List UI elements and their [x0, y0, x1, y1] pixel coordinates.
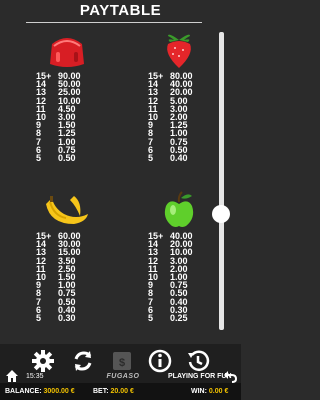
svg-text:$: $: [119, 357, 125, 369]
bet-group: BET: 20.00 €: [93, 383, 134, 400]
strawberry-icon: [167, 34, 191, 68]
balance-value: 3000.00 €: [43, 388, 75, 395]
play-mode-label: PLAYING FOR FUN: [168, 373, 232, 380]
paytable-scrollbar[interactable]: [219, 32, 224, 330]
bet-label: BET:: [93, 388, 109, 395]
payout-row: 5 0.30: [36, 312, 76, 323]
payout-row: 5 0.25: [148, 312, 188, 323]
history-button[interactable]: [185, 346, 211, 376]
payout-list: 15+ 90.00 14 50.00 13 25.00 12 10.00 11 4.50 …: [36, 71, 92, 163]
gear-icon: [32, 350, 54, 372]
win-value: 0.00 €: [208, 388, 229, 395]
banana-icon: [46, 196, 88, 224]
page-title: PAYTABLE: [79, 2, 162, 19]
refresh-icon: [74, 351, 92, 371]
balance-group: BALANCE: 3000.00 €: [5, 383, 75, 400]
autoplay-button[interactable]: [70, 346, 96, 376]
payout-list: 15+ 40.00 14 20.00 13 10.00 12 3.00 11 2.00 1…: [148, 231, 204, 323]
payout-row: 5 0.50: [36, 152, 76, 163]
info-icon: [148, 349, 172, 373]
win-group: WIN: 0.00 €: [191, 383, 228, 400]
payout-row: 5 0.40: [148, 152, 188, 163]
brand-logo: FUGASO: [106, 373, 140, 380]
bet-value: 20.00 €: [110, 388, 134, 395]
clock: 15:35: [26, 373, 44, 380]
payout-list: 15+ 80.00 14 40.00 13 20.00 12 5.00 11 3.00 1…: [148, 71, 204, 163]
wallet-icon: $: [113, 352, 131, 370]
apple-icon: [164, 191, 194, 227]
home-button[interactable]: [5, 369, 19, 383]
balance-label: BALANCE:: [5, 388, 42, 395]
back-button[interactable]: [223, 369, 238, 383]
history-icon: [188, 350, 210, 371]
jelly-icon: [50, 38, 84, 67]
settings-button[interactable]: [30, 346, 56, 376]
info-button[interactable]: [147, 346, 173, 376]
win-label: WIN:: [191, 388, 207, 395]
title-divider: [26, 22, 202, 23]
cashier-button[interactable]: $: [110, 346, 134, 376]
home-icon: [6, 370, 18, 382]
balance-bar: BALANCE: 3000.00 € BET: 20.00 € WIN: 0.0…: [0, 383, 241, 400]
back-arrow-icon: [224, 371, 238, 383]
payout-list: 15+ 60.00 14 30.00 13 15.00 12 3.50 11 2.50 1…: [36, 231, 92, 323]
scrollbar-thumb[interactable]: [212, 205, 230, 223]
